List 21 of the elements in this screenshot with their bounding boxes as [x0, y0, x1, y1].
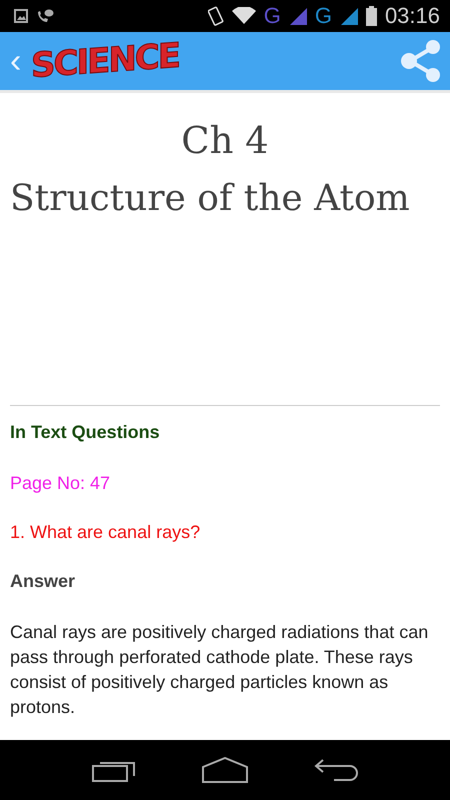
signal-icon	[340, 7, 358, 25]
chapter-number: Ch 4	[180, 119, 270, 162]
network-type: G	[264, 3, 281, 29]
back-nav-button[interactable]	[314, 758, 358, 782]
home-button[interactable]	[200, 757, 249, 783]
chapter-title: Structure of the Atom	[10, 178, 411, 219]
battery-icon	[366, 6, 377, 26]
vibrate-icon	[208, 6, 224, 26]
wifi-icon	[232, 7, 256, 25]
content-page: Page No: 47	[10, 473, 112, 494]
image-icon	[14, 9, 28, 23]
content-heading: In Text Questions	[10, 422, 161, 443]
content-body: Canal rays are positively charged radiations that can pass through perforated cathode plate. These rays consist of positively charged particles known as protons.	[10, 621, 430, 719]
signal-icon	[288, 7, 307, 25]
app-logo: SCIENCE	[31, 36, 180, 86]
back-button[interactable]: ‹	[6, 44, 26, 78]
network-type: G	[314, 3, 332, 29]
clock: 03:16	[384, 3, 440, 29]
content-question: 1. What are canal rays?	[10, 522, 202, 543]
content-label: Answer	[10, 571, 76, 592]
phone-icon	[36, 8, 54, 24]
